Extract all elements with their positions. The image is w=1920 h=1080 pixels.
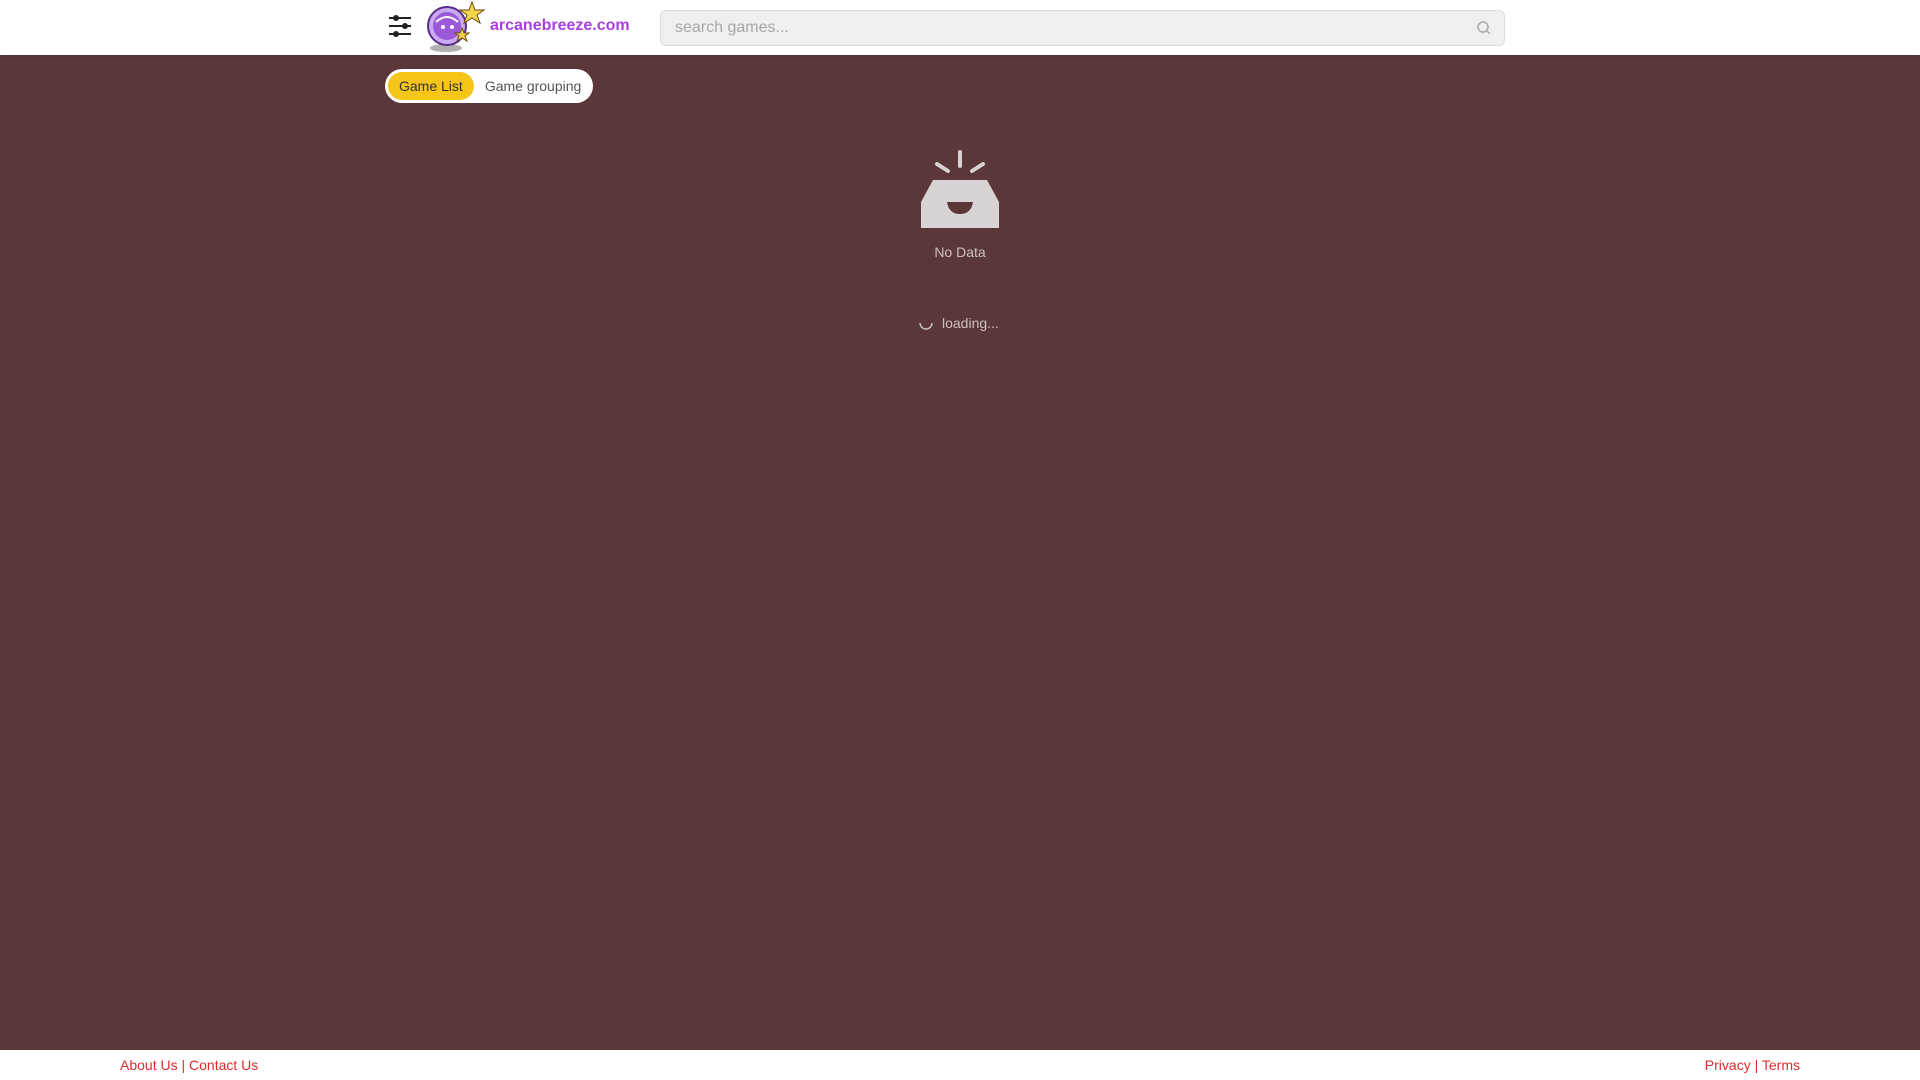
empty-inbox-icon xyxy=(919,150,1001,230)
empty-state-text: No Data xyxy=(934,244,986,260)
footer-separator: | xyxy=(181,1057,186,1073)
search-bar xyxy=(660,10,1505,46)
footer: About Us | Contact Us Privacy | Terms xyxy=(0,1050,1920,1080)
brand-link[interactable]: arcanebreeze.com xyxy=(490,17,630,35)
footer-left-links: About Us | Contact Us xyxy=(120,1057,258,1073)
search-icon[interactable] xyxy=(1476,20,1492,36)
tab-game-list[interactable]: Game List xyxy=(388,72,474,100)
contact-us-link[interactable]: Contact Us xyxy=(189,1057,258,1073)
footer-separator: | xyxy=(1754,1057,1759,1073)
empty-state: No Data xyxy=(900,150,1020,260)
sliders-menu-icon[interactable] xyxy=(386,13,414,39)
loading-text: loading... xyxy=(942,315,999,331)
crystal-ball-logo-icon[interactable] xyxy=(422,0,488,54)
terms-link[interactable]: Terms xyxy=(1762,1057,1800,1073)
loading-indicator: loading... xyxy=(918,313,999,333)
search-input[interactable] xyxy=(661,11,1461,45)
about-us-link[interactable]: About Us xyxy=(120,1057,178,1073)
footer-right-links: Privacy | Terms xyxy=(1705,1057,1800,1073)
view-tabs: Game List Game grouping xyxy=(385,69,593,103)
tab-game-grouping[interactable]: Game grouping xyxy=(474,72,593,100)
top-header: arcanebreeze.com xyxy=(0,0,1920,55)
privacy-link[interactable]: Privacy xyxy=(1705,1057,1751,1073)
spinner-icon xyxy=(918,315,934,331)
